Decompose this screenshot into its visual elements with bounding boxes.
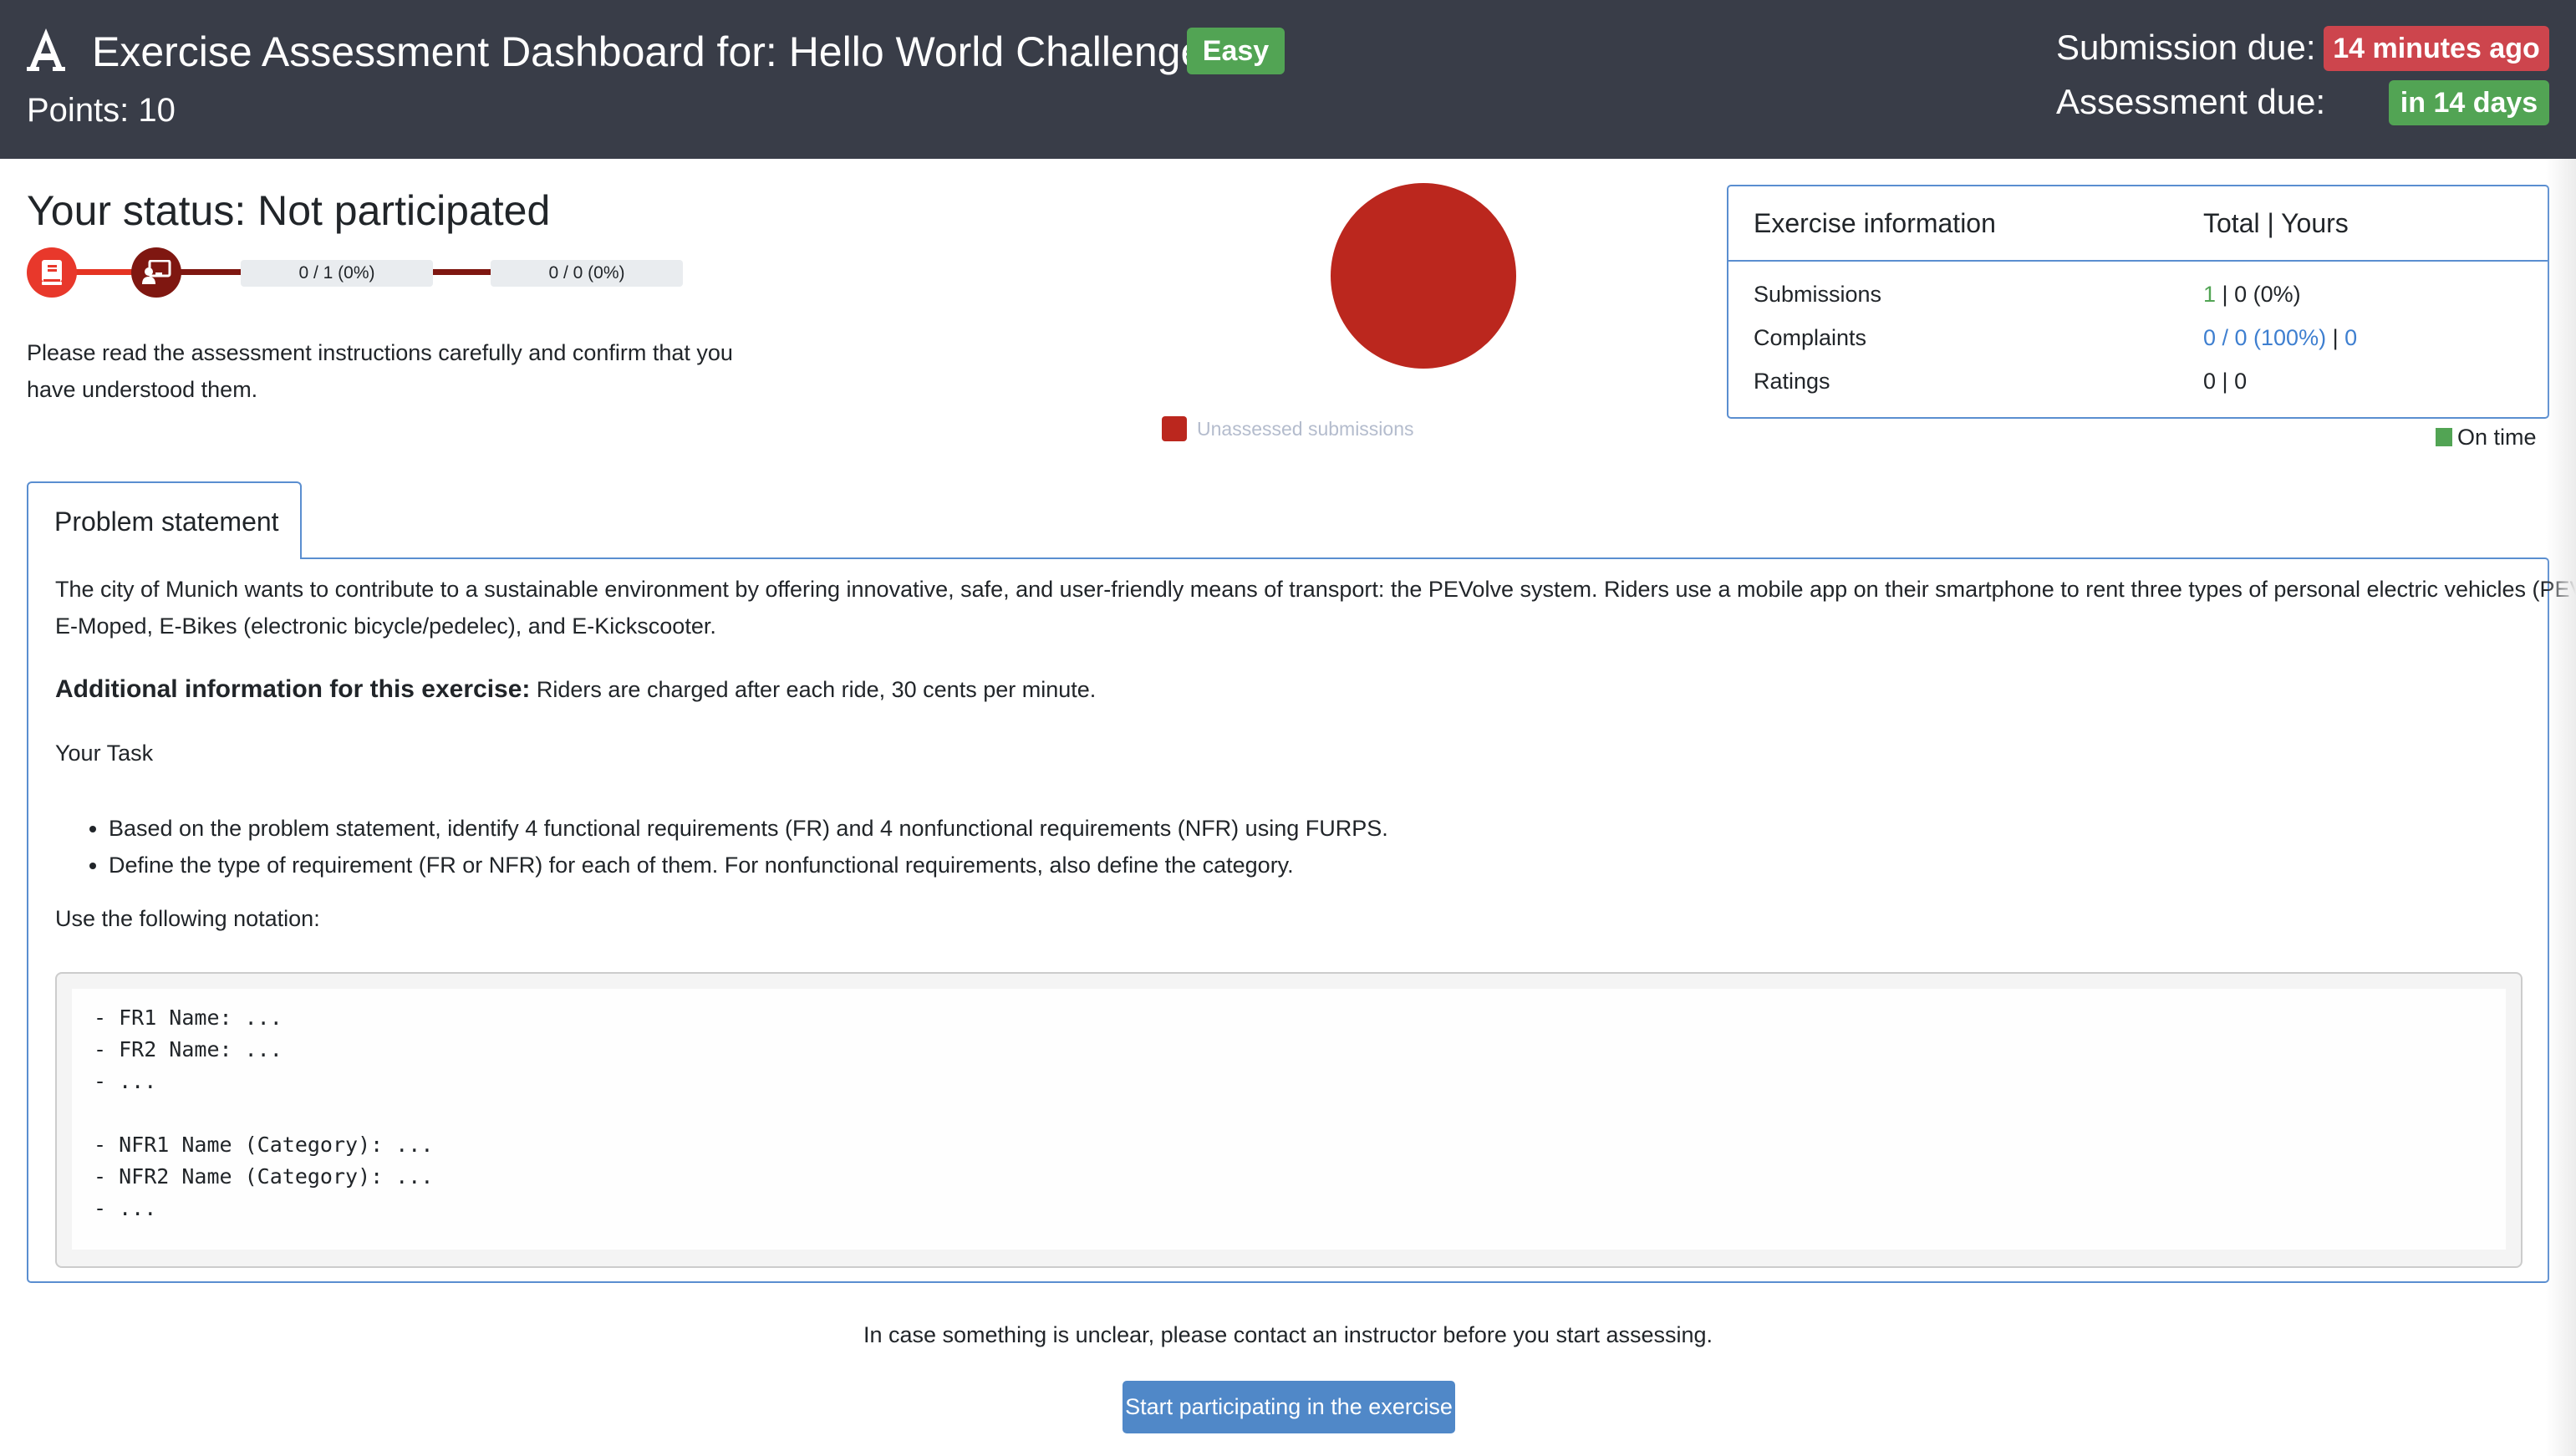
progress-bar-second-round: 0 / 0 (0%): [491, 260, 683, 287]
submission-due-badge: 14 minutes ago: [2324, 26, 2549, 71]
submissions-total: 1: [2203, 282, 2217, 307]
on-time-label: On time: [2457, 425, 2537, 450]
exercise-information-card: Exercise information Total | Yours Submi…: [1727, 185, 2549, 419]
info-row-label: Complaints: [1754, 325, 1867, 350]
notation-code-block: - FR1 Name: ... - FR2 Name: ... - ... - …: [55, 972, 2523, 1268]
submissions-yours: 0 (0%): [2234, 282, 2301, 307]
chalkboard-teacher-icon: [142, 260, 171, 284]
separator: |: [2326, 325, 2345, 350]
page-header: Exercise Assessment Dashboard for: Hello…: [0, 0, 2576, 159]
book-icon: [42, 260, 62, 285]
info-header-columns: Total | Yours: [2203, 208, 2349, 238]
difficulty-badge: Easy: [1187, 28, 1285, 74]
info-row-value: 0 | 0: [2203, 360, 2247, 402]
ratings-yours: 0: [2234, 369, 2248, 394]
info-row-ratings: Ratings 0 | 0: [1728, 360, 2548, 402]
task-heading: Your Task: [55, 741, 154, 766]
status-title: Your status: Not participated: [27, 187, 551, 234]
info-card-header: Exercise information Total | Yours: [1728, 186, 2548, 262]
legend-swatch: [1162, 416, 1187, 441]
on-time-swatch: [2436, 428, 2452, 446]
page-title: Exercise Assessment Dashboard for: Hello…: [92, 28, 1204, 75]
problem-statement-panel: The city of Munich wants to contribute t…: [27, 557, 2576, 1283]
code-line: - FR1 Name: ...: [94, 1005, 283, 1030]
submission-due-label: Submission due:: [2056, 28, 2316, 67]
task-list: Based on the problem statement, identify…: [109, 810, 1388, 883]
progress-label: 0 / 1 (0%): [298, 263, 375, 283]
stepper-step-read: [27, 247, 77, 298]
additional-info-text: Riders are charged after each ride, 30 c…: [530, 677, 1097, 702]
on-time-legend: On time: [2436, 423, 2537, 451]
problem-paragraph-line: E-Moped, E-Bikes (electronic bicycle/ped…: [55, 613, 716, 639]
info-row-value: 1 | 0 (0%): [2203, 273, 2301, 315]
pie-slice-unassessed-submissions[interactable]: [1331, 183, 1516, 369]
start-participating-button[interactable]: Start participating in the exercise: [1123, 1381, 1455, 1433]
code-line: - ...: [94, 1069, 157, 1093]
code-line: - NFR1 Name (Category): ...: [94, 1133, 434, 1157]
complaints-yours-link[interactable]: 0: [2344, 325, 2357, 350]
complaints-total-link[interactable]: 0 / 0 (100%): [2203, 325, 2326, 350]
info-row-complaints: Complaints 0 / 0 (100%) | 0: [1728, 317, 2548, 359]
chart-legend[interactable]: Unassessed submissions: [1162, 415, 1414, 442]
additional-info: Additional information for this exercise…: [55, 671, 1096, 708]
code-line: - ...: [94, 1196, 157, 1220]
assessment-due-badge: in 14 days: [2389, 80, 2549, 125]
progress-label: 0 / 0 (0%): [548, 263, 625, 283]
separator: |: [2216, 369, 2235, 394]
separator: |: [2216, 282, 2235, 307]
ratings-total: 0: [2203, 369, 2217, 394]
info-row-label: Ratings: [1754, 369, 1830, 394]
task-item: Based on the problem statement, identify…: [109, 810, 1388, 847]
info-row-submissions: Submissions 1 | 0 (0%): [1728, 273, 2548, 315]
info-header-label: Exercise information: [1754, 208, 1996, 238]
code-content: - FR1 Name: ... - FR2 Name: ... - ... - …: [72, 989, 2506, 1250]
progress-bar-first-round: 0 / 1 (0%): [241, 260, 433, 287]
notation-intro: Use the following notation:: [55, 906, 320, 931]
tab-problem-statement[interactable]: Problem statement: [27, 481, 302, 559]
assessment-due-label: Assessment due:: [2056, 82, 2326, 121]
sidebar-edge-shadow: [2546, 159, 2576, 1456]
tab-label: Problem statement: [54, 507, 279, 537]
info-row-value: 0 / 0 (100%) | 0: [2203, 317, 2357, 359]
submissions-pie-chart: [1331, 183, 1516, 369]
info-row-label: Submissions: [1754, 282, 1882, 307]
code-line: - NFR2 Name (Category): ...: [94, 1164, 434, 1189]
assessment-instructions: Please read the assessment instructions …: [27, 340, 733, 402]
artemis-logo-icon: [27, 28, 65, 71]
code-line: - FR2 Name: ...: [94, 1037, 283, 1061]
additional-info-label: Additional information for this exercise…: [55, 675, 531, 703]
stepper-connector: [431, 269, 491, 275]
problem-paragraph-line: The city of Munich wants to contribute t…: [55, 577, 2576, 602]
contact-instructor-note: In case something is unclear, please con…: [863, 1322, 1713, 1347]
task-item: Define the type of requirement (FR or NF…: [109, 847, 1388, 883]
stepper-step-assess: [131, 247, 181, 298]
legend-label: Unassessed submissions: [1197, 417, 1414, 440]
points-label: Points: 10: [27, 92, 176, 129]
